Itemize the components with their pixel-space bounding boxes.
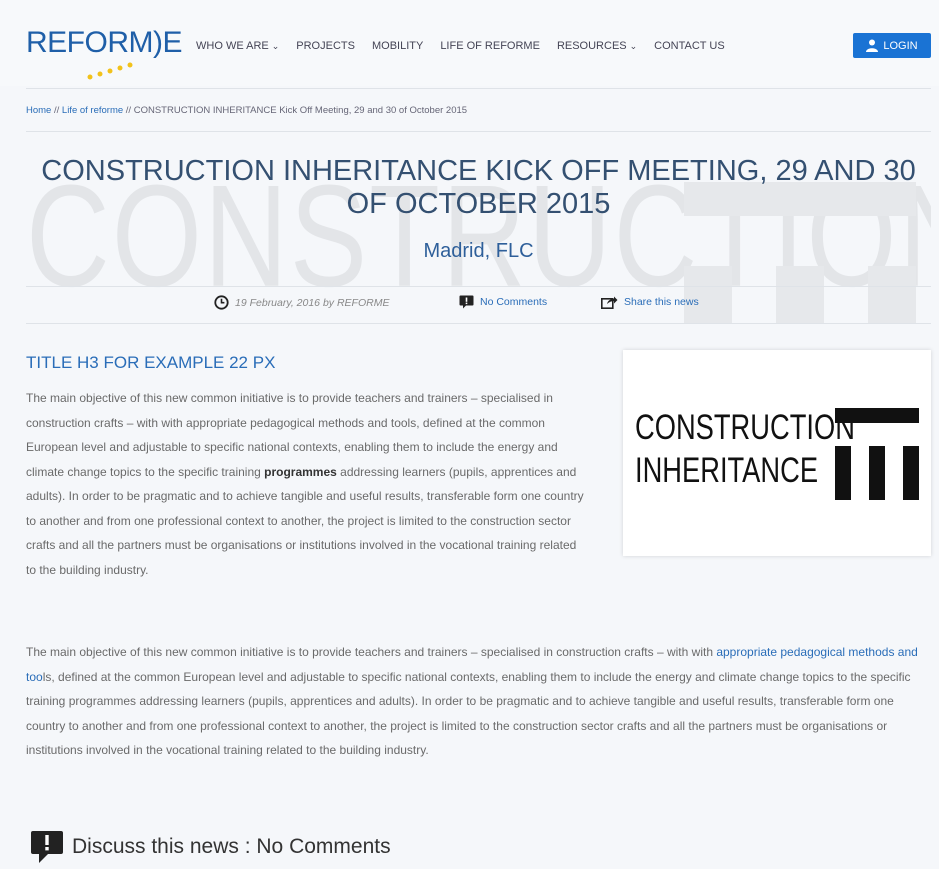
nav-item-label: RESOURCES [556,40,627,52]
share-link[interactable]: Share this news [624,296,699,308]
header-divider [26,88,931,89]
image-logo-line2: INHERITANCE [635,451,819,490]
site-header: REFORM)E WHO WE ARE ⌄ PROJECTS MOBILITY LIFE… [0,0,939,86]
page-subtitle: Madrid, FLC [423,240,534,262]
page: REFORM)E WHO WE ARE ⌄ PROJECTS MOBILITY LIFE… [0,0,939,869]
nav-item-projects[interactable]: PROJECTS [296,40,355,52]
discuss-heading: Discuss this news : No Comments [30,830,391,864]
article-paragraph-2: The main objective of this new common in… [26,640,931,763]
post-date: 19 February, 2016 by REFORME [235,296,390,309]
logo-stars-icon [87,62,133,80]
article-image: CONSTRUCTION INHERITANCE [623,350,931,556]
comment-icon [459,295,474,309]
nav-item-label: MOBILITY [371,40,424,52]
meta-share[interactable]: Share this news [601,295,699,309]
breadcrumb-current: CONSTRUCTION INHERITANCE Kick Off Meetin… [133,105,468,116]
p2-text: The main objective of this new common in… [26,645,717,659]
breadcrumb-section[interactable]: Life of reforme [62,105,123,116]
breadcrumb-sep: // [51,105,62,116]
nav-item-label: PROJECTS [296,40,355,52]
breadcrumb-sep: // [123,105,134,116]
article-paragraph-1: The main objective of this new common in… [26,386,586,582]
login-button[interactable]: LOGIN [853,33,931,58]
nav-item-label: WHO WE ARE [196,40,269,52]
page-title: CONSTRUCTION INHERITANCE KICK OFF MEETIN… [41,155,916,220]
p1-text-after: addressing learners (pupils, apprentices… [26,464,584,577]
discuss-label: Discuss this news : No Comments [72,835,391,858]
site-logo[interactable]: REFORM)E [26,26,183,80]
nav-item-label: LIFE OF REFORME [440,40,540,52]
breadcrumb: Home // Life of reforme // CONSTRUCTION … [26,105,467,116]
logo-bracket: ) [153,26,163,59]
comment-alert-icon [31,831,63,863]
nav-item-contact-us[interactable]: CONTACT US [654,40,725,52]
meta-date: 19 February, 2016 by REFORME [214,295,389,310]
main-nav: WHO WE ARE ⌄ PROJECTS MOBILITY LIFE OF REFOR… [196,40,742,52]
p1-bold: programmes [264,464,337,479]
logo-text: REFORM [26,26,154,59]
logo-tail: E [162,26,183,59]
breadcrumb-home[interactable]: Home [26,105,51,116]
nav-item-resources[interactable]: RESOURCES ⌄ [557,40,637,52]
comments-link[interactable]: No Comments [480,296,547,308]
image-logo-line1: CONSTRUCTION [635,408,855,447]
p2-text-after: ls, defined at the common European level… [26,669,911,758]
article-h3: TITLE H3 FOR EXAMPLE 22 PX [26,353,276,372]
clock-icon [214,295,229,310]
nav-item-mobility[interactable]: MOBILITY [372,40,423,52]
image-logo-text: CONSTRUCTION INHERITANCE [635,406,855,492]
chevron-down-icon: ⌄ [271,41,280,51]
nav-item-life-of-reforme[interactable]: LIFE OF REFORME [440,40,540,52]
share-icon [601,296,618,309]
user-icon [866,39,879,52]
nav-item-label: CONTACT US [654,40,725,52]
breadcrumb-divider [26,131,931,132]
chevron-down-icon: ⌄ [629,41,638,51]
construction-inheritance-logo-icon [835,408,919,500]
meta-comments[interactable]: No Comments [459,295,547,309]
login-label: LOGIN [883,39,918,52]
nav-item-who-we-are[interactable]: WHO WE ARE ⌄ [196,40,279,52]
logo-wordmark: REFORM)E [26,26,183,60]
